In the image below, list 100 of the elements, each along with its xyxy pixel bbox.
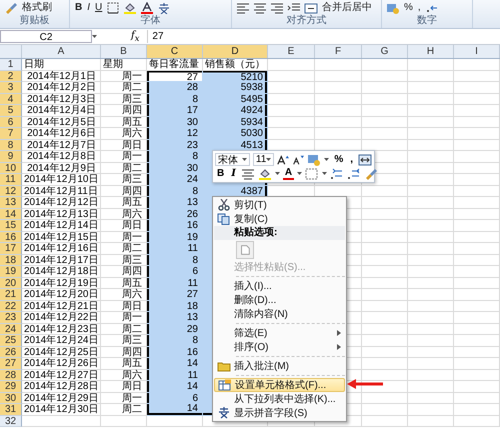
column-header[interactable]: G [362,45,408,58]
paste-option-button[interactable] [236,241,254,259]
font-style-button[interactable]: B [215,168,226,180]
menu-item[interactable]: 剪切(T) [214,198,345,212]
row-header[interactable]: 5 [0,105,22,116]
row-header[interactable]: 18 [0,254,22,266]
caret-icon[interactable] [274,172,280,175]
row-header[interactable]: 20 [0,278,22,289]
row-header[interactable]: 17 [0,243,22,254]
font-style-button[interactable]: U [94,2,104,14]
row-header[interactable]: 25 [0,335,22,346]
row-header[interactable]: 22 [0,300,22,312]
phonetic-icon[interactable] [157,2,172,14]
row-header[interactable]: 14 [0,208,22,220]
column-header[interactable]: A [22,45,101,58]
menu-item[interactable]: 筛选(E) [214,326,345,340]
font-style-button[interactable]: I [86,2,92,14]
caret-icon[interactable] [266,158,272,161]
row-header[interactable]: 4 [0,94,22,105]
format-cells-icon[interactable] [218,379,232,391]
size-field[interactable]: 11 [252,153,274,166]
row-header[interactable]: 13 [0,197,22,208]
column-header[interactable]: H [408,45,454,58]
column-header[interactable]: C [147,45,203,58]
row-header[interactable]: 21 [0,289,22,300]
caret-icon[interactable] [297,172,302,175]
shrink-font-icon[interactable] [292,154,304,166]
number-format-button[interactable]: , [416,2,422,14]
row-header[interactable]: 6 [0,116,22,128]
row-header[interactable]: 23 [0,312,22,324]
column-header[interactable]: D [203,45,268,58]
menu-item[interactable]: 设置单元格格式(F)... [214,378,345,392]
format-painter-button[interactable]: 格式刷 [21,2,53,14]
column-header[interactable]: I [454,45,500,58]
font-color-icon[interactable] [140,2,154,14]
fill-color-icon[interactable] [123,2,138,14]
row-header[interactable]: 12 [0,186,22,197]
row-header[interactable]: 8 [0,140,22,151]
menu-item[interactable]: 删除(D)... [214,293,345,307]
menu-item[interactable]: 插入批注(M) [214,359,345,373]
menu-item[interactable]: 从下拉列表中选择(K)... [214,392,345,406]
align-center-icon[interactable] [253,2,267,14]
font-style-button[interactable]: I [229,168,238,180]
menu-item[interactable]: 复制(C) [214,212,345,226]
borders-icon[interactable] [106,2,120,14]
pinyin-icon[interactable] [217,407,231,419]
row-header[interactable]: 10 [0,162,22,174]
menu-item[interactable]: 插入(I)... [214,279,345,293]
merge-center-button[interactable]: 合并后居中 [321,2,373,14]
number-format-button[interactable]: % [332,154,346,166]
indent-icon[interactable] [287,2,301,14]
increase-decimal-icon[interactable] [330,168,344,180]
empty-cell [454,243,500,254]
decrease-decimal-icon[interactable] [347,168,362,180]
font-style-button[interactable]: B [74,2,84,14]
formula-field[interactable]: 27 [147,30,500,43]
caret-icon[interactable] [322,172,328,175]
row-header[interactable]: 32 [0,416,22,427]
row-header[interactable]: 19 [0,266,22,278]
number-format-button[interactable]: % [403,2,414,14]
row-header[interactable]: 9 [0,151,22,162]
row-header[interactable]: 1 [0,59,22,70]
copy-icon[interactable] [217,213,231,225]
row-header[interactable]: 26 [0,346,22,358]
brush-icon[interactable] [4,2,18,14]
folder-icon[interactable] [217,360,231,372]
align-left-icon[interactable] [236,2,250,14]
row-header[interactable]: 2 [0,70,22,82]
scissors-icon[interactable] [217,199,231,211]
menu-item[interactable]: 清除内容(N) [214,307,345,321]
number-format-button[interactable]: , [348,154,355,166]
caret-icon[interactable] [92,35,97,38]
menu-item[interactable]: 显示拼音字段(S) [214,406,345,420]
merge-icon[interactable] [358,154,372,166]
font-field[interactable]: 宋体 [215,153,250,166]
row-header[interactable]: 27 [0,358,22,370]
row-header[interactable]: 3 [0,82,22,94]
merge-icon[interactable] [304,2,318,14]
accounting-icon[interactable] [386,2,400,14]
column-header[interactable]: F [315,45,362,58]
align-center-icon[interactable] [240,168,255,180]
row-header[interactable]: 30 [0,392,22,404]
row-header[interactable]: 29 [0,381,22,392]
column-header[interactable]: E [268,45,315,58]
fill-color-icon[interactable] [258,168,272,180]
row-header[interactable]: 15 [0,220,22,232]
row-header[interactable]: 11 [0,174,22,186]
font-color-button[interactable]: A [282,168,294,180]
function-label[interactable]: f$_{x}$ [131,30,140,43]
grow-font-icon[interactable] [277,154,290,166]
row-header[interactable]: 7 [0,128,22,140]
row-header[interactable]: 16 [0,232,22,243]
name-box[interactable]: C2 [0,30,92,43]
align-right-icon[interactable] [270,2,284,14]
caret-icon[interactable] [324,158,330,161]
menu-item[interactable]: 排序(O) [214,340,345,354]
table-cell: 29 [147,324,203,335]
row-header[interactable]: 24 [0,324,22,335]
row-header[interactable]: 31 [0,404,22,416]
row-header[interactable]: 28 [0,370,22,381]
